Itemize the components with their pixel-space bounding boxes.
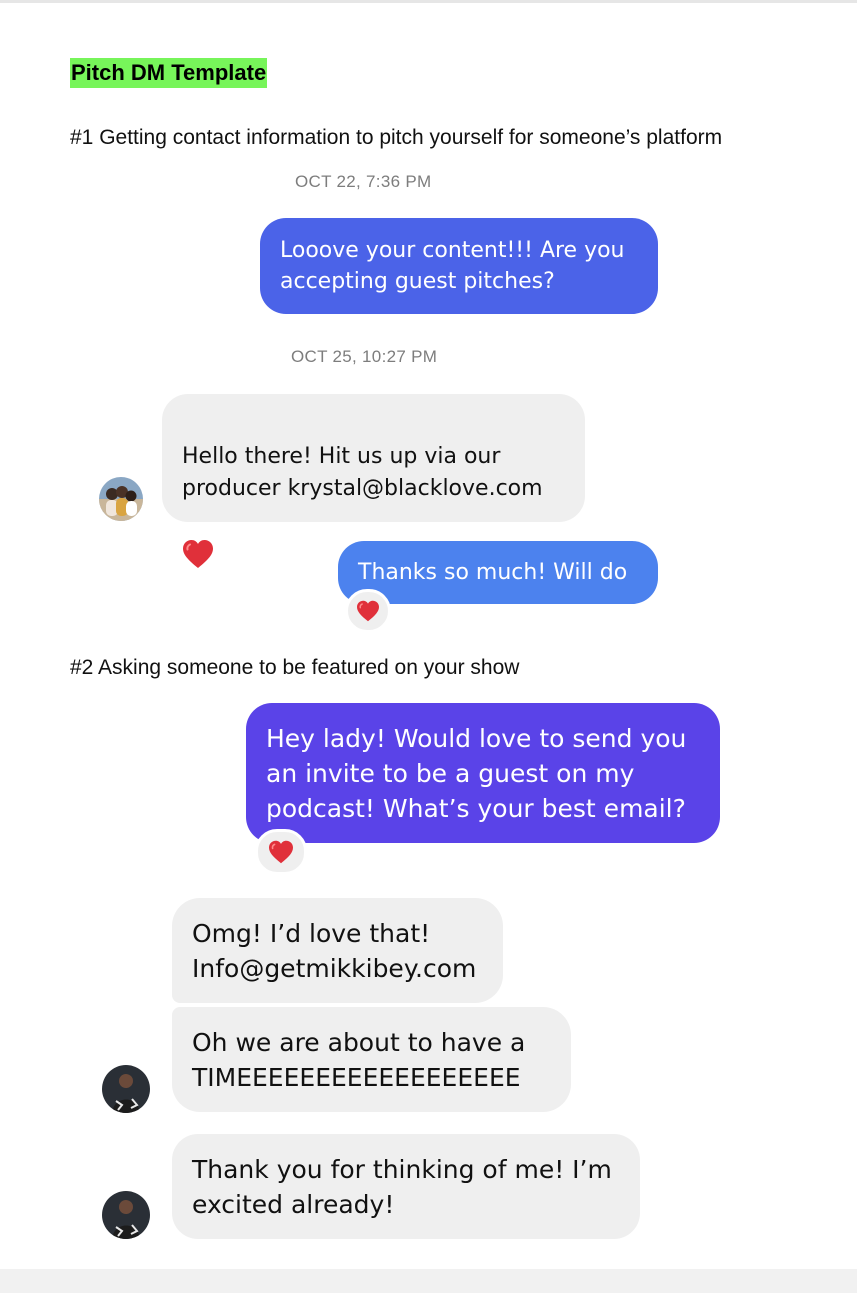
message-text: Hello there! Hit us up via our producer … xyxy=(182,444,543,501)
message-text: Oh we are about to have a TIMEEEEEEEEEEE… xyxy=(192,1027,526,1092)
message-text: Omg! I’d love that! Info@getmikkibey.com xyxy=(192,918,477,983)
page-top-edge xyxy=(0,0,857,3)
avatar-photo-icon xyxy=(99,477,143,521)
incoming-message-bubble[interactable]: Thank you for thinking of me! I’m excite… xyxy=(172,1134,640,1239)
section-heading-1: #1 Getting contact information to pitch … xyxy=(70,126,723,149)
avatar[interactable] xyxy=(102,1191,150,1239)
avatar-photo-icon xyxy=(102,1065,150,1113)
outgoing-message-bubble[interactable]: Thanks so much! Will do xyxy=(338,541,658,604)
heart-reaction-icon[interactable] xyxy=(255,829,307,875)
section-heading-2: #2 Asking someone to be featured on your… xyxy=(70,656,520,679)
incoming-message-bubble[interactable]: Oh we are about to have a TIMEEEEEEEEEEE… xyxy=(172,1007,571,1112)
message-text: Thanks so much! Will do xyxy=(358,560,628,585)
timestamp-2: OCT 25, 10:27 PM xyxy=(291,347,438,366)
page-title: Pitch DM Template xyxy=(70,58,268,88)
heart-icon xyxy=(356,600,380,622)
incoming-message-bubble[interactable]: Hello there! Hit us up via our producer … xyxy=(162,394,585,522)
page-bottom-edge xyxy=(0,1269,857,1293)
heart-icon xyxy=(268,840,294,864)
outgoing-message-bubble[interactable]: Looove your content!!! Are you accepting… xyxy=(260,218,658,314)
avatar[interactable] xyxy=(99,477,143,521)
message-text: Thank you for thinking of me! I’m excite… xyxy=(192,1154,612,1219)
avatar[interactable] xyxy=(102,1065,150,1113)
message-text: Hey lady! Would love to send you an invi… xyxy=(266,723,687,823)
message-text: Looove your content!!! Are you accepting… xyxy=(280,238,625,294)
incoming-message-bubble[interactable]: Omg! I’d love that! Info@getmikkibey.com xyxy=(172,898,503,1003)
outgoing-message-bubble[interactable]: Hey lady! Would love to send you an invi… xyxy=(246,703,720,843)
timestamp-1: OCT 22, 7:36 PM xyxy=(295,172,432,191)
heart-reaction-icon[interactable] xyxy=(345,589,391,633)
heart-emoji-icon xyxy=(182,539,214,569)
avatar-photo-icon xyxy=(102,1191,150,1239)
